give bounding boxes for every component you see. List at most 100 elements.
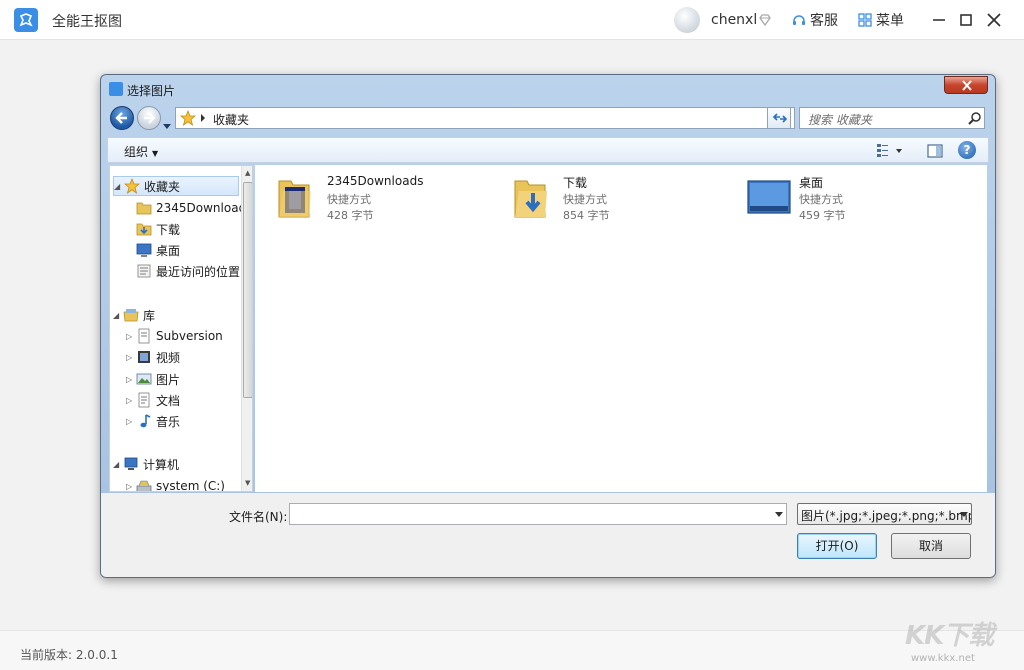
maximize-button[interactable] <box>956 10 976 30</box>
expanded-triangle-icon[interactable]: ◢ <box>113 311 123 320</box>
nav-item-label: 视频 <box>156 350 181 365</box>
pictures-library-icon <box>136 373 152 385</box>
nav-item-libraries[interactable]: ◢ 库 <box>113 305 155 325</box>
recent-places-icon <box>137 264 151 278</box>
nav-item-label: 库 <box>143 308 156 323</box>
file-item-desktop[interactable]: 桌面 快捷方式 459 字节 <box>733 171 953 231</box>
menu-label: 菜单 <box>876 13 904 29</box>
nav-item-desktop[interactable]: 桌面 <box>136 240 180 260</box>
file-type-filter-select[interactable]: 图片(*.jpg;*.jpeg;*.png;*.bmp <box>797 503 972 525</box>
folder-icon <box>136 202 152 215</box>
document-library-icon <box>138 328 150 344</box>
scroll-up-arrow-icon[interactable]: ▲ <box>245 169 250 177</box>
collapsed-triangle-icon[interactable]: ▷ <box>126 396 136 405</box>
search-placeholder: 搜索 收藏夹 <box>808 113 872 127</box>
arrow-left-icon <box>115 112 127 124</box>
dialog-close-button[interactable] <box>944 76 988 94</box>
refresh-button[interactable] <box>767 107 791 129</box>
back-button[interactable] <box>110 106 134 130</box>
watermark-url: www.kkx.net <box>911 653 975 664</box>
library-icon <box>123 309 139 322</box>
navigation-pane: ◢ 收藏夹 2345Downloads 下载 桌面 最近访问的位置 ◢ 库 ▷ <box>109 165 253 492</box>
filename-input[interactable] <box>289 503 787 525</box>
nav-pane-scrollbar[interactable]: ▲ ▼ <box>241 166 252 491</box>
organize-button[interactable]: 组织 ▼ <box>124 143 158 160</box>
navigation-row: 收藏夹 搜索 收藏夹 <box>101 103 995 133</box>
nav-item-label: 下载 <box>156 222 181 237</box>
file-open-dialog: 选择图片 收藏夹 搜索 收藏夹 组织 ▼ ? ◢ 收藏夹 2345Downloa… <box>100 74 996 578</box>
minimize-button[interactable] <box>929 10 949 30</box>
expanded-triangle-icon[interactable]: ◢ <box>114 182 124 191</box>
file-size: 428 字节 <box>327 209 374 222</box>
preview-pane-icon <box>927 144 943 158</box>
collapsed-triangle-icon[interactable]: ▷ <box>126 353 136 362</box>
nav-item-2345downloads[interactable]: 2345Downloads <box>136 198 252 218</box>
music-note-icon <box>140 414 151 428</box>
collapsed-triangle-icon[interactable]: ▷ <box>126 417 136 426</box>
file-size: 459 字节 <box>799 209 846 222</box>
file-type: 快捷方式 <box>327 193 371 206</box>
cancel-button[interactable]: 取消 <box>891 533 971 559</box>
nav-item-videos[interactable]: ▷ 视频 <box>126 347 180 367</box>
breadcrumb-arrow-icon[interactable] <box>200 114 206 122</box>
menu-button[interactable]: 菜单 <box>858 10 904 30</box>
recent-pages-dropdown[interactable] <box>163 115 171 134</box>
nav-item-label: 计算机 <box>143 457 180 472</box>
file-item-downloads[interactable]: 下载 快捷方式 854 字节 <box>497 171 717 231</box>
computer-icon <box>124 457 138 470</box>
file-item-2345downloads[interactable]: 2345Downloads 快捷方式 428 字节 <box>261 171 481 231</box>
file-size: 854 字节 <box>563 209 610 222</box>
version-text: 当前版本: 2.0.0.1 <box>20 648 118 662</box>
desktop-icon <box>747 180 791 214</box>
file-name: 桌面 <box>799 176 824 190</box>
filename-dropdown-icon[interactable] <box>775 512 783 518</box>
desktop-icon <box>136 243 152 257</box>
folder-download-icon <box>514 180 547 218</box>
open-button[interactable]: 打开(O) <box>797 533 877 559</box>
nav-item-computer[interactable]: ◢ 计算机 <box>113 454 179 474</box>
address-path[interactable]: 收藏夹 <box>213 111 249 128</box>
nav-item-system-drive[interactable]: ▷ system (C:) <box>126 476 225 491</box>
scrollbar-thumb[interactable] <box>243 182 252 398</box>
file-type: 快捷方式 <box>563 193 607 206</box>
nav-item-label: Subversion <box>156 329 223 343</box>
preview-pane-button[interactable] <box>926 142 944 160</box>
collapsed-triangle-icon[interactable]: ▷ <box>126 375 136 384</box>
collapsed-triangle-icon[interactable]: ▷ <box>126 482 136 491</box>
minimize-icon <box>933 19 945 21</box>
scroll-down-arrow-icon[interactable]: ▼ <box>245 479 250 487</box>
nav-item-label: 桌面 <box>156 243 181 258</box>
dialog-app-icon <box>109 82 123 96</box>
expanded-triangle-icon[interactable]: ◢ <box>113 460 123 469</box>
close-button[interactable] <box>984 10 1004 30</box>
folder-media-icon <box>278 180 311 218</box>
close-icon <box>987 13 1001 27</box>
hard-drive-icon <box>136 480 152 491</box>
nav-item-music[interactable]: ▷ 音乐 <box>126 411 180 431</box>
forward-button[interactable] <box>137 106 161 130</box>
nav-item-favorites[interactable]: ◢ 收藏夹 <box>113 176 239 196</box>
search-icon[interactable] <box>968 111 982 125</box>
user-avatar[interactable] <box>674 7 700 33</box>
nav-item-label: 最近访问的位置 <box>156 264 241 279</box>
change-view-button[interactable] <box>876 142 906 160</box>
address-bar[interactable]: 收藏夹 <box>175 107 795 129</box>
file-list-area[interactable]: 2345Downloads 快捷方式 428 字节 下载 快捷方式 854 字节… <box>255 165 987 492</box>
nav-item-documents[interactable]: ▷ 文档 <box>126 390 180 410</box>
help-button[interactable]: ? <box>958 141 976 159</box>
watermark-text: KK下载 <box>905 621 994 651</box>
collapsed-triangle-icon[interactable]: ▷ <box>126 332 136 341</box>
nav-item-recent-places[interactable]: 最近访问的位置 <box>136 261 240 281</box>
nav-item-subversion[interactable]: ▷ Subversion <box>126 326 223 346</box>
status-footer: 当前版本: 2.0.0.1 <box>0 630 1024 670</box>
search-input[interactable]: 搜索 收藏夹 <box>799 107 985 129</box>
vip-diamond-icon[interactable] <box>758 12 772 31</box>
file-name: 2345Downloads <box>327 174 424 188</box>
nav-item-label: 图片 <box>156 372 181 387</box>
nav-item-pictures[interactable]: ▷ 图片 <box>126 369 180 389</box>
nav-item-downloads[interactable]: 下载 <box>136 219 180 239</box>
customer-service-button[interactable]: 客服 <box>792 10 838 30</box>
username[interactable]: chenxl <box>711 12 757 28</box>
file-name: 下载 <box>563 176 588 190</box>
dialog-toolbar: 组织 ▼ ? <box>107 137 989 163</box>
